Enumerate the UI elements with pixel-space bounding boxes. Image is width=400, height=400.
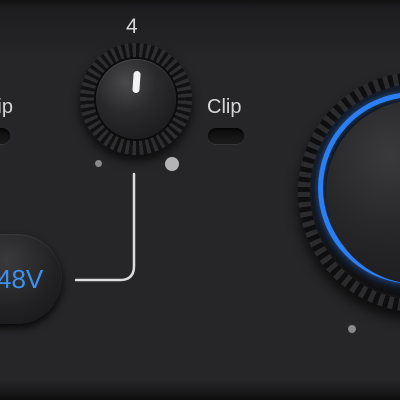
clip-indicator-left xyxy=(0,128,10,144)
monitor-min-dot xyxy=(348,325,356,333)
knob-pointer-icon xyxy=(132,70,141,94)
phantom-power-label: 48V xyxy=(0,264,44,294)
clip-indicator-right xyxy=(208,128,244,144)
gain-min-dot xyxy=(95,160,102,167)
channel-number-label: 4 xyxy=(126,15,138,38)
audio-interface-panel: Clip 4 Clip 48V xyxy=(0,0,400,400)
monitor-knob[interactable] xyxy=(298,72,400,312)
gain-knob-cap[interactable] xyxy=(96,59,176,139)
clip-label-left: Clip xyxy=(0,96,13,118)
clip-label-right: Clip xyxy=(207,96,242,118)
gain-knob[interactable] xyxy=(80,43,192,155)
gain-max-dot xyxy=(165,157,179,171)
